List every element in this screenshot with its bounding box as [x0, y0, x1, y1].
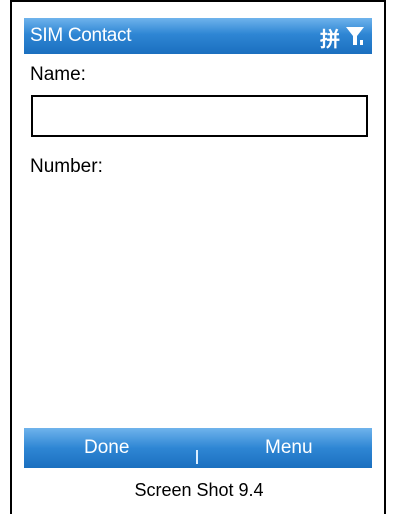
softkey-bar: Done Menu — [24, 428, 372, 468]
number-label: Number: — [30, 156, 103, 177]
softkey-divider — [196, 450, 198, 464]
signal-antenna-icon — [346, 27, 364, 45]
done-softkey[interactable]: Done — [84, 437, 129, 459]
name-input[interactable] — [31, 95, 368, 137]
menu-softkey[interactable]: Menu — [265, 437, 313, 459]
input-method-indicator: 拼 — [320, 27, 340, 51]
phone-screen: SIM Contact 拼 Name: Number: Done Menu — [24, 18, 372, 468]
window-title: SIM Contact — [30, 25, 132, 46]
name-label: Name: — [30, 64, 86, 85]
figure-caption: Screen Shot 9.4 — [134, 480, 264, 500]
title-bar: SIM Contact 拼 — [24, 18, 372, 54]
